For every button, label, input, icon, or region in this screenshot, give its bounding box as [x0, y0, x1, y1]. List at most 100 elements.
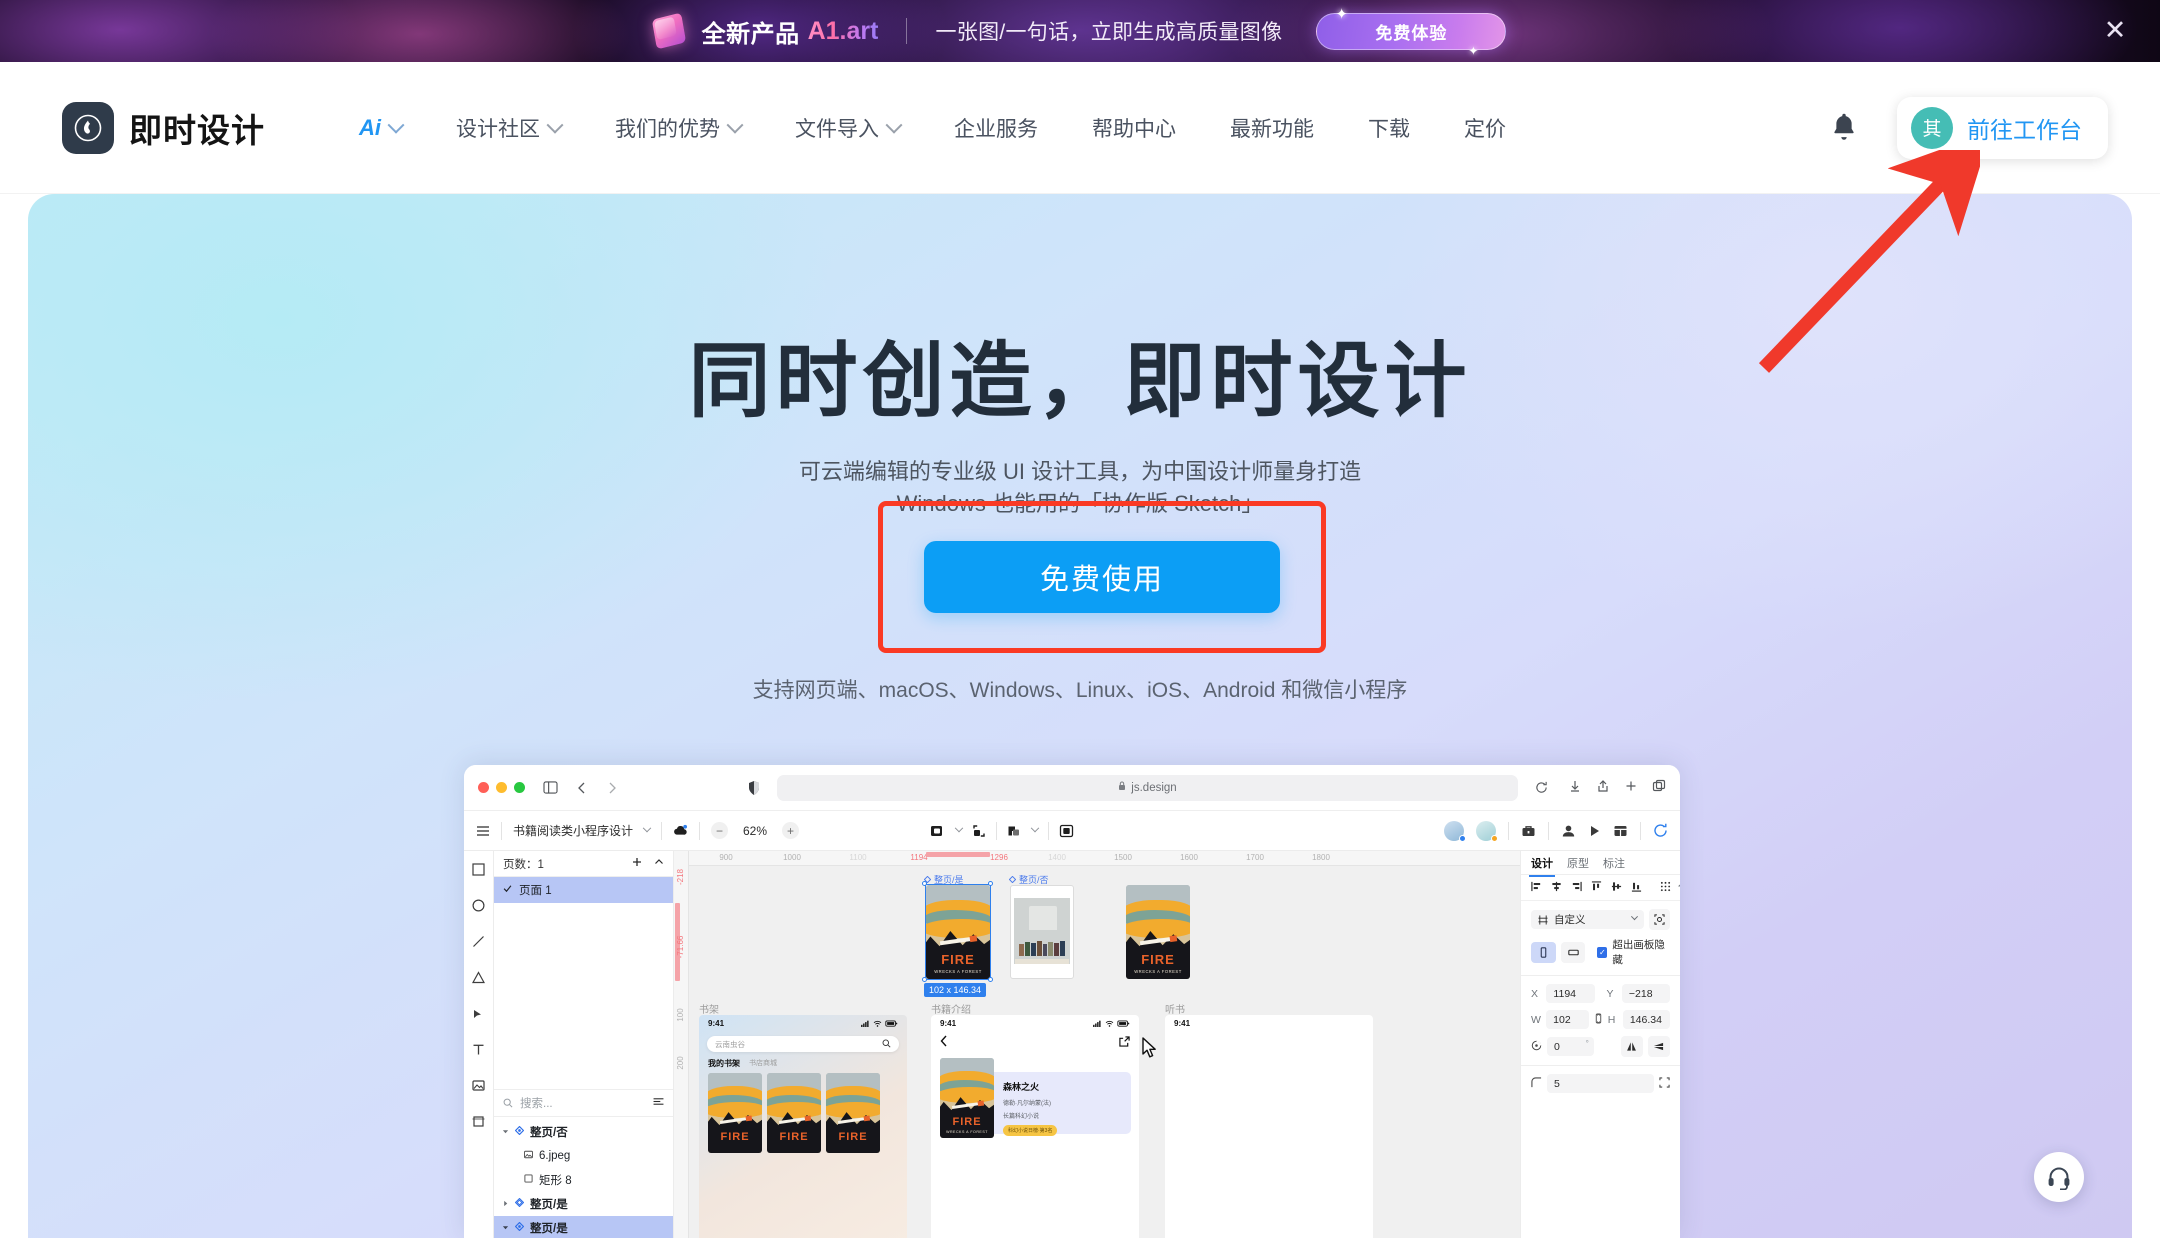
selection-handle[interactable] [988, 977, 993, 982]
phone-frame-bookdetail[interactable]: 9:41 FIRE WRECKS A FOREST 森林之火 德勒·凡尔纳蒙(法… [931, 1015, 1139, 1238]
traffic-lights[interactable] [478, 782, 525, 793]
horizontal-ruler[interactable]: 900 1000 1100 1194 1296 1400 1500 1600 1… [674, 851, 1520, 866]
layer-item[interactable]: 6.jpeg [494, 1144, 673, 1168]
bell-icon[interactable] [1829, 111, 1859, 145]
mask-icon[interactable] [1059, 824, 1074, 838]
headset-icon[interactable] [2034, 1152, 2084, 1202]
address-bar[interactable]: js.design [777, 774, 1518, 801]
share-icon[interactable] [1596, 779, 1610, 796]
poster-artwork-3[interactable]: FIRE WRECKS A FOREST [1126, 885, 1190, 979]
close-icon[interactable]: ✕ [2100, 16, 2130, 46]
chevron-up-icon[interactable] [654, 857, 664, 870]
align-center-h-icon[interactable] [1551, 881, 1562, 895]
triangle-tool-icon[interactable] [470, 968, 488, 986]
text-tool-icon[interactable] [470, 1040, 488, 1058]
cloud-status-icon[interactable] [673, 824, 688, 837]
line-tool-icon[interactable] [470, 932, 488, 950]
portrait-icon[interactable] [1531, 941, 1556, 963]
reload-icon[interactable] [1530, 777, 1552, 799]
chevron-down-icon[interactable] [1678, 882, 1680, 887]
minimize-window-icon[interactable] [496, 782, 507, 793]
layer-item[interactable]: 整页/否 [494, 1120, 673, 1144]
shield-icon[interactable] [743, 777, 765, 799]
frame-title[interactable]: 书架 [699, 1001, 719, 1016]
chevron-down-icon[interactable] [1030, 823, 1040, 832]
frame-tool-icon[interactable] [470, 1112, 488, 1130]
sidebar-toggle-icon[interactable] [539, 777, 561, 799]
chevron-down-icon[interactable] [642, 823, 652, 832]
collaborator-avatar[interactable] [1476, 820, 1498, 842]
brand-logo-group[interactable]: 即时设计 [62, 101, 265, 154]
nav-item-download[interactable]: 下载 [1368, 103, 1410, 153]
back-icon[interactable] [940, 1035, 948, 1050]
document-name[interactable]: 书籍阅读类小程序设计 [513, 822, 633, 839]
nav-item-advantages[interactable]: 我们的优势 [615, 103, 744, 153]
tab-bookstore[interactable]: 书店商城 [749, 1058, 777, 1069]
selection-handle[interactable] [922, 977, 927, 982]
phone-frame-listen[interactable]: 9:41 [1165, 1015, 1373, 1238]
book-cover[interactable]: FIRE WRECKS A FOREST [940, 1058, 994, 1138]
plus-icon[interactable] [1624, 779, 1638, 796]
ellipse-tool-icon[interactable] [470, 896, 488, 914]
book-cover[interactable]: FIRE [708, 1073, 762, 1153]
frame-title[interactable]: 听书 [1165, 1001, 1185, 1016]
rotation-input[interactable]: 0 ° [1547, 1037, 1594, 1056]
align-bottom-icon[interactable] [1631, 881, 1642, 895]
chevron-down-icon[interactable] [1630, 913, 1639, 921]
align-top-icon[interactable] [1591, 880, 1602, 895]
zoom-level[interactable]: 62% [739, 824, 771, 838]
chevron-down-icon[interactable] [502, 1126, 509, 1138]
history-icon[interactable] [1653, 823, 1668, 838]
layout-icon[interactable] [1613, 824, 1628, 838]
frame-title[interactable]: 书籍介绍 [931, 1001, 971, 1016]
nav-item-whatsnew[interactable]: 最新功能 [1230, 103, 1314, 153]
chevron-down-icon[interactable] [954, 823, 964, 832]
design-canvas[interactable]: 900 1000 1100 1194 1296 1400 1500 1600 1… [674, 851, 1520, 1238]
zoom-out-button[interactable]: − [711, 822, 729, 839]
x-input[interactable]: 1194 [1546, 984, 1595, 1003]
link-ratio-icon[interactable] [1594, 1012, 1603, 1027]
chevron-right-icon[interactable] [502, 1198, 509, 1210]
distribute-icon[interactable] [1660, 881, 1671, 895]
w-input[interactable]: 102 [1546, 1010, 1589, 1029]
tab-my-bookshelf[interactable]: 我的书架 [708, 1058, 740, 1069]
image-tool-icon[interactable] [470, 1076, 488, 1094]
share-icon[interactable] [1119, 1035, 1130, 1050]
phone-frame-bookshelf[interactable]: 9:41 云南虫谷 我的书架 书店商城 FIRE FIRE FIRE [699, 1015, 907, 1238]
book-cover[interactable]: FIRE [826, 1073, 880, 1153]
book-cover[interactable]: FIRE [767, 1073, 821, 1153]
collaborator-avatar[interactable] [1444, 820, 1466, 842]
nav-item-ai[interactable]: Ai [359, 105, 405, 151]
corner-expand-icon[interactable] [1659, 1076, 1670, 1091]
nav-item-import[interactable]: 文件导入 [795, 103, 903, 153]
h-input[interactable]: 146.34 [1622, 1010, 1671, 1029]
poster-artwork-2[interactable] [1010, 885, 1074, 979]
layer-item[interactable]: 整页/是 [494, 1216, 673, 1238]
search-icon[interactable] [882, 1039, 891, 1050]
nav-item-enterprise[interactable]: 企业服务 [954, 103, 1038, 153]
close-window-icon[interactable] [478, 782, 489, 793]
nav-item-pricing[interactable]: 定价 [1464, 103, 1506, 153]
layer-item[interactable]: 矩形 8 [494, 1168, 673, 1192]
hamburger-icon[interactable] [476, 825, 490, 837]
briefcase-icon[interactable] [1521, 824, 1536, 838]
selection-handle[interactable] [988, 881, 993, 886]
free-trial-button[interactable]: 免费使用 [924, 541, 1280, 613]
vertical-ruler[interactable]: -218 -71.66 100 200 [674, 851, 689, 1238]
scale-icon[interactable] [1649, 909, 1670, 930]
filter-icon[interactable] [653, 1097, 664, 1109]
flip-vertical-icon[interactable] [1647, 1036, 1670, 1057]
chevron-right-icon[interactable] [601, 777, 623, 799]
layer-search-input[interactable]: 搜索... [494, 1089, 673, 1117]
align-left-icon[interactable] [1531, 881, 1542, 895]
export-icon[interactable] [972, 824, 986, 838]
promo-cta-button[interactable]: ✦ ✦ 免费体验 [1316, 7, 1507, 57]
play-icon[interactable] [1588, 824, 1601, 838]
maximize-window-icon[interactable] [514, 782, 525, 793]
book-search-input[interactable]: 云南虫谷 [707, 1036, 899, 1052]
component-icon[interactable] [1007, 824, 1022, 838]
tab-annotation[interactable]: 标注 [1603, 855, 1625, 871]
go-to-workbench-button[interactable]: 其 前往工作台 [1897, 96, 2108, 159]
invite-user-icon[interactable] [1561, 824, 1576, 838]
download-icon[interactable] [1568, 779, 1582, 796]
